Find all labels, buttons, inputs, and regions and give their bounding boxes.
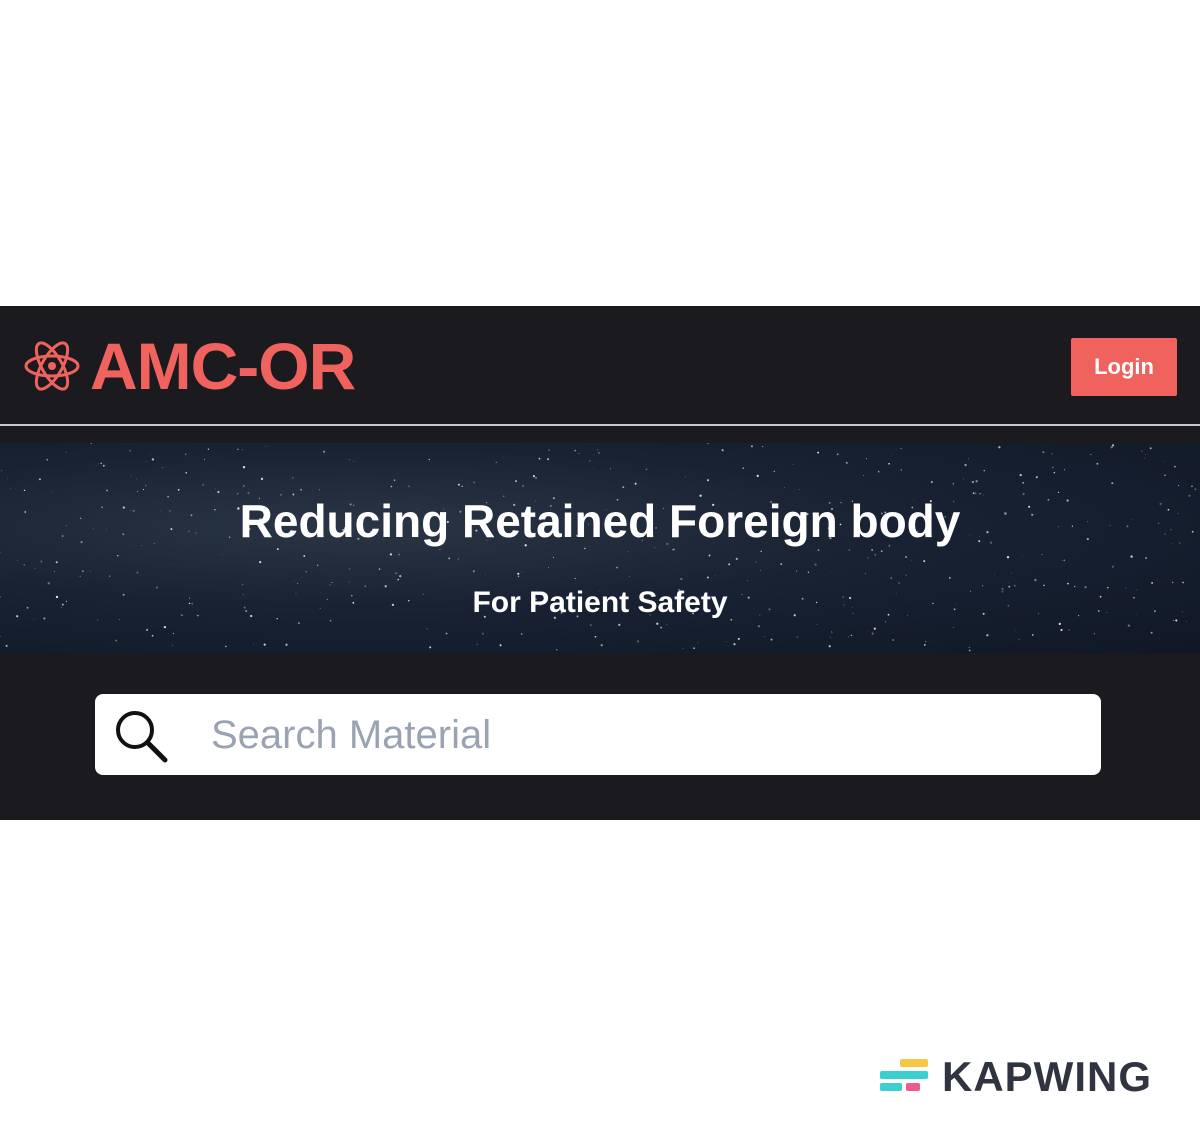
hero-subtitle: For Patient Safety bbox=[472, 586, 728, 619]
kapwing-watermark: KAPWING bbox=[878, 1054, 1152, 1100]
header-divider bbox=[0, 424, 1200, 426]
page: AMC-OR Login Reducing Retained Foreign b… bbox=[0, 0, 1200, 1126]
hero-banner: Reducing Retained Foreign body For Patie… bbox=[0, 443, 1200, 653]
search-input[interactable] bbox=[211, 706, 1071, 764]
brand-name: AMC-OR bbox=[90, 329, 356, 403]
search-bar[interactable] bbox=[95, 694, 1101, 775]
search-icon bbox=[116, 711, 168, 763]
watermark-text: KAPWING bbox=[942, 1053, 1152, 1100]
brand-logo[interactable]: AMC-OR bbox=[22, 329, 356, 403]
hero-title: Reducing Retained Foreign body bbox=[239, 495, 961, 547]
top-navbar: AMC-OR Login bbox=[0, 306, 1200, 424]
atom-icon bbox=[24, 341, 80, 391]
app-container: AMC-OR Login Reducing Retained Foreign b… bbox=[0, 306, 1200, 820]
kapwing-logo-icon bbox=[880, 1059, 928, 1091]
login-button[interactable]: Login bbox=[1071, 338, 1177, 396]
